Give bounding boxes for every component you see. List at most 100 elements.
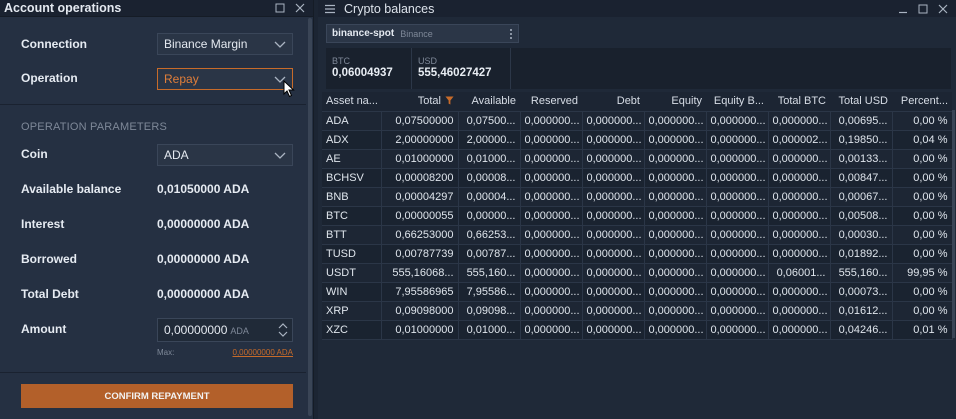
table-cell: 0,000000...: [768, 168, 831, 188]
balance-value: 555,46027427: [418, 67, 492, 79]
account-tab[interactable]: binance-spot Binance: [326, 24, 519, 43]
section-divider: [0, 104, 306, 105]
table-cell: 0,000000...: [582, 168, 645, 188]
table-cell: 0,00008...: [458, 168, 521, 188]
table-cell: 0,000000...: [768, 206, 831, 226]
table-cell: 0,00000...: [458, 206, 521, 226]
table-cell: 555,160...: [458, 263, 521, 283]
operation-select[interactable]: Repay: [157, 68, 293, 90]
table-cell: 0,000000...: [706, 149, 769, 169]
table-cell: 0,000000...: [582, 187, 645, 207]
confirm-repayment-button[interactable]: CONFIRM REPAYMENT: [21, 384, 293, 408]
maximize-icon[interactable]: [916, 2, 930, 16]
asset-cell: XZC: [322, 320, 382, 340]
borrowed-row: Borrowed 0,00000000 ADA: [21, 248, 293, 270]
table-cell: 0,000000...: [706, 206, 769, 226]
table-cell: 0,01000000: [381, 320, 459, 340]
column-header-available[interactable]: Available: [458, 92, 520, 112]
table-cell: 0,01892...: [830, 244, 893, 264]
interest-label: Interest: [21, 217, 65, 231]
column-header-total[interactable]: Total: [381, 92, 458, 112]
table-cell: 0,000000...: [520, 263, 583, 283]
balance-value: 0,06004937: [332, 67, 393, 79]
left-panel-titlebar: Account operations: [0, 0, 313, 17]
table-cell: 0,00 %: [892, 187, 953, 207]
table-row[interactable]: BTT 0,66253000 0,66253... 0,000000... 0,0000…: [322, 225, 953, 245]
column-header-equity-btc[interactable]: Equity B...: [706, 92, 768, 112]
balances-table: Asset na... Total Available Reserved Deb…: [322, 92, 953, 340]
table-cell: 0,01000...: [458, 149, 521, 169]
table-cell: 0,01000000: [381, 149, 459, 169]
table-row[interactable]: XZC 0,01000000 0,01000... 0,000000... 0,0000…: [322, 320, 953, 340]
column-header-asset[interactable]: Asset na...: [322, 92, 381, 112]
chevron-down-icon: [274, 41, 286, 48]
table-scrollbar[interactable]: [952, 110, 955, 338]
total-debt-value: 0,00000000 ADA: [157, 287, 250, 301]
column-header-equity[interactable]: Equity: [644, 92, 706, 112]
table-cell: 0,000000...: [706, 168, 769, 188]
table-cell: 0,09098000: [381, 301, 459, 321]
more-options-icon[interactable]: [509, 28, 513, 40]
max-value-link[interactable]: 0,00000000 ADA: [233, 348, 294, 357]
amount-label: Amount: [21, 322, 67, 336]
table-cell: 555,160...: [830, 263, 893, 283]
filter-icon[interactable]: [445, 96, 454, 105]
borrowed-label: Borrowed: [21, 252, 78, 266]
asset-cell: WIN: [322, 282, 382, 302]
amount-input[interactable]: 0,00000000 ADA: [157, 318, 293, 342]
asset-cell: BTC: [322, 206, 382, 226]
interest-value: 0,00000000 ADA: [157, 217, 250, 231]
table-row[interactable]: BNB 0,00004297 0,00004... 0,000000... 0,0000…: [322, 187, 953, 207]
table-cell: 0,000000...: [706, 282, 769, 302]
mouse-cursor-icon: [283, 80, 295, 98]
table-row[interactable]: USDT 555,16068... 555,160... 0,000000... 0,0…: [322, 263, 953, 283]
column-header-reserved[interactable]: Reserved: [520, 92, 582, 112]
table-cell: 0,000000...: [644, 149, 707, 169]
stepper-icon[interactable]: [278, 321, 288, 339]
table-row[interactable]: AE 0,01000000 0,01000... 0,000000... 0,00000…: [322, 149, 953, 169]
table-cell: 0,000000...: [582, 301, 645, 321]
coin-label: Coin: [21, 147, 48, 161]
table-cell: 0,000000...: [706, 320, 769, 340]
table-cell: 0,000000...: [582, 225, 645, 245]
available-balance-label: Available balance: [21, 182, 122, 196]
column-header-percent[interactable]: Percent...: [892, 92, 952, 112]
operation-value: Repay: [164, 72, 199, 86]
table-cell: 0,000000...: [768, 149, 831, 169]
coin-select[interactable]: ADA: [157, 144, 293, 166]
table-cell: 0,000000...: [582, 282, 645, 302]
table-cell: 0,000000...: [768, 111, 831, 131]
maximize-icon[interactable]: [273, 1, 287, 15]
table-row[interactable]: WIN 7,95586965 7,95586... 0,000000... 0,0000…: [322, 282, 953, 302]
balance-summary: BTC 0,06004937 USD 555,46027427: [326, 48, 951, 89]
table-cell: 0,04 %: [892, 130, 953, 150]
table-row[interactable]: BCHSV 0,00008200 0,00008... 0,000000... 0,00…: [322, 168, 953, 188]
table-row[interactable]: BTC 0,00000055 0,00000... 0,000000... 0,0000…: [322, 206, 953, 226]
column-header-total-usd[interactable]: Total USD: [830, 92, 892, 112]
table-row[interactable]: TUSD 0,00787739 0,00787... 0,000000... 0,000…: [322, 244, 953, 264]
table-row[interactable]: ADA 0,07500000 0,07500... 0,000000... 0,0000…: [322, 111, 953, 131]
left-scrollbar[interactable]: [308, 18, 312, 416]
asset-cell: ADX: [322, 130, 382, 150]
close-icon[interactable]: [936, 2, 950, 16]
table-cell: 0,00067...: [830, 187, 893, 207]
column-header-debt[interactable]: Debt: [582, 92, 644, 112]
close-icon[interactable]: [293, 1, 307, 15]
table-row[interactable]: XRP 0,09098000 0,09098... 0,000000... 0,0000…: [322, 301, 953, 321]
table-cell: 0,000000...: [768, 301, 831, 321]
hamburger-menu-icon[interactable]: [324, 4, 336, 14]
table-cell: 0,00787739: [381, 244, 459, 264]
connection-select[interactable]: Binance Margin: [157, 33, 293, 55]
table-cell: 0,000000...: [520, 282, 583, 302]
table-cell: 0,000000...: [520, 187, 583, 207]
table-cell: 0,000000...: [520, 225, 583, 245]
table-cell: 0,00 %: [892, 225, 953, 245]
column-header-total-btc[interactable]: Total BTC: [768, 92, 830, 112]
table-cell: 0,000000...: [520, 301, 583, 321]
table-cell: 0,07500000: [381, 111, 459, 131]
table-cell: 0,000000...: [768, 244, 831, 264]
minimize-icon[interactable]: [896, 2, 910, 16]
interest-row: Interest 0,00000000 ADA: [21, 213, 293, 235]
table-cell: 0,000000...: [706, 130, 769, 150]
table-row[interactable]: ADX 2,00000000 2,00000... 0,000000... 0,0000…: [322, 130, 953, 150]
